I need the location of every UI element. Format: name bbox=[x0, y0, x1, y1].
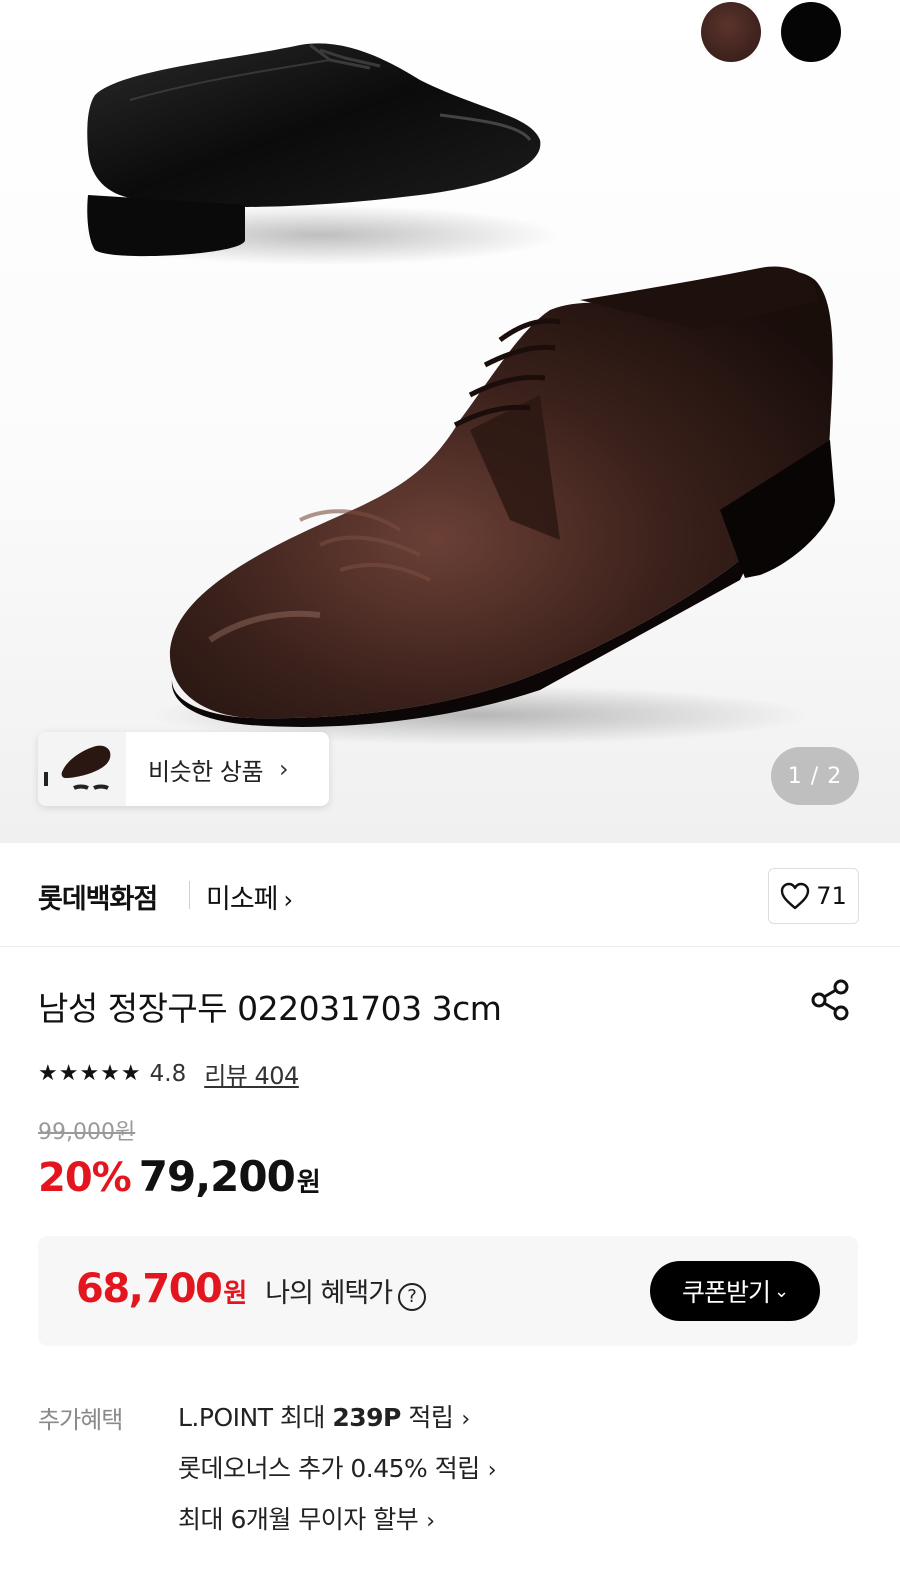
benefit-price-box: 68,700 원 나의 혜택가 ? 쿠폰받기 ⌄ bbox=[38, 1236, 858, 1346]
review-count-link[interactable]: 리뷰 404 bbox=[204, 1056, 299, 1091]
image-page-indicator: 1 / 2 bbox=[771, 747, 859, 805]
currency-unit: 원 bbox=[296, 1168, 321, 1198]
similar-products-label: 비슷한 상품 bbox=[148, 757, 264, 786]
rating-value: 4.8 bbox=[149, 1060, 187, 1087]
get-coupon-label: 쿠폰받기 bbox=[681, 1278, 771, 1307]
extra-benefit-text: 최대 6개월 무이자 할부 bbox=[178, 1505, 419, 1534]
star-rating-icons: ★★★★★ bbox=[38, 1061, 142, 1086]
chevron-right-icon: › bbox=[487, 1458, 497, 1483]
product-title: 남성 정장구두 022031703 3cm bbox=[38, 989, 502, 1028]
benefit-currency-unit: 원 bbox=[223, 1279, 248, 1309]
extra-benefit-lpoint[interactable]: L.POINT 최대 239P 적립 › bbox=[178, 1398, 496, 1449]
like-button[interactable]: 71 bbox=[768, 868, 859, 924]
color-swatch-brown[interactable] bbox=[701, 2, 761, 62]
extra-benefit-text: L.POINT 최대 bbox=[178, 1403, 333, 1432]
chevron-right-icon: › bbox=[283, 886, 294, 914]
share-button[interactable] bbox=[808, 978, 852, 1026]
share-icon bbox=[811, 979, 849, 1021]
rating-row: ★★★★★ 4.8 리뷰 404 bbox=[38, 1056, 299, 1091]
extra-benefits-list: L.POINT 최대 239P 적립 › 롯데오너스 추가 0.45% 적립 › 최… bbox=[178, 1398, 497, 1551]
like-count: 71 bbox=[816, 882, 847, 910]
sale-price: 79,200 bbox=[138, 1152, 296, 1201]
brand-link[interactable]: 미소페 › bbox=[206, 877, 294, 916]
discount-rate: 20% bbox=[38, 1155, 132, 1201]
extra-benefit-text-suffix: 적립 bbox=[400, 1403, 454, 1432]
chevron-down-icon: ⌄ bbox=[773, 1280, 789, 1302]
divider bbox=[189, 881, 190, 909]
brand-name: 미소페 bbox=[206, 884, 279, 915]
chevron-right-icon: › bbox=[426, 1509, 435, 1534]
benefit-price-row: 68,700 원 나의 혜택가 ? bbox=[76, 1266, 427, 1312]
extra-benefit-highlight: 239P bbox=[332, 1403, 401, 1432]
similar-products-thumbnail bbox=[38, 732, 126, 806]
help-icon[interactable]: ? bbox=[398, 1283, 427, 1311]
extra-benefit-lotte-owners[interactable]: 롯데오너스 추가 0.45% 적립 › bbox=[178, 1449, 497, 1500]
extra-benefit-text: 롯데오너스 추가 0.45% 적립 bbox=[178, 1454, 480, 1483]
similar-products-button[interactable]: 비슷한 상품 › bbox=[38, 732, 329, 806]
benefit-price: 68,700 bbox=[76, 1266, 223, 1312]
chevron-right-icon: › bbox=[279, 755, 289, 783]
store-name[interactable]: 롯데백화점 bbox=[38, 877, 158, 916]
sale-price-row: 20% 79,200 원 bbox=[38, 1152, 321, 1201]
get-coupon-button[interactable]: 쿠폰받기 ⌄ bbox=[650, 1261, 820, 1321]
brand-row: 롯데백화점 미소페 › 71 bbox=[0, 843, 900, 947]
product-photo-shoes bbox=[80, 43, 835, 745]
extra-benefit-installment[interactable]: 최대 6개월 무이자 할부 › bbox=[178, 1500, 496, 1551]
product-image-gallery[interactable]: 비슷한 상품 › 1 / 2 bbox=[0, 0, 900, 843]
chevron-right-icon: › bbox=[461, 1407, 470, 1432]
extra-benefits-label: 추가혜택 bbox=[38, 1406, 123, 1434]
benefit-price-label: 나의 혜택가 bbox=[265, 1278, 393, 1309]
color-swatch-black[interactable] bbox=[781, 2, 841, 62]
heart-icon bbox=[781, 882, 810, 910]
original-price: 99,000원 bbox=[38, 1120, 136, 1145]
